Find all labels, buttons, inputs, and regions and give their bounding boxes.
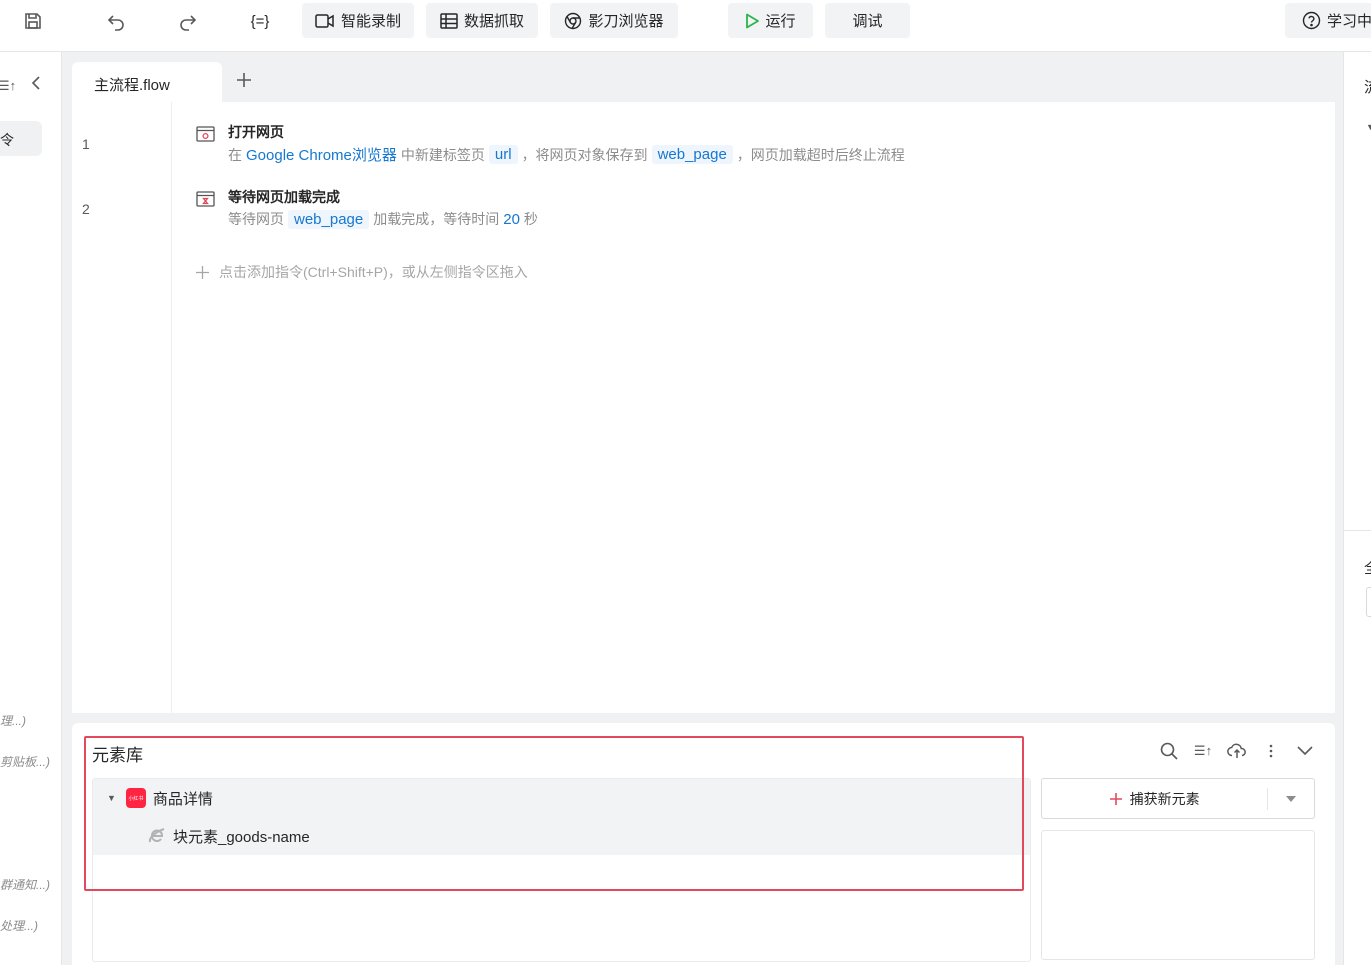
left-hint-2: 剪贴板...) bbox=[0, 755, 50, 769]
tab-main-flow-label: 主流程.flow bbox=[94, 77, 170, 94]
flow-editor: 1 2 打开网页 在 Google Chrome浏览器 中新建标签页 url ，… bbox=[72, 102, 1335, 713]
ie-browser-icon bbox=[147, 827, 166, 846]
command-panel-collapsed: ☰↑ 令 理...) 剪贴板...) 群通知...) 处理...) bbox=[0, 52, 62, 965]
step-open-webpage[interactable]: 打开网页 在 Google Chrome浏览器 中新建标签页 url ，将网页对… bbox=[196, 122, 1196, 166]
capture-element-label: 捕获新元素 bbox=[1129, 790, 1200, 807]
step-title: 等待网页加载完成 bbox=[228, 189, 340, 205]
undo-icon[interactable] bbox=[101, 8, 131, 34]
shadowbot-browser-button[interactable]: 影刀浏览器 bbox=[550, 3, 678, 38]
collapse-left-icon[interactable] bbox=[30, 76, 42, 93]
browser-name: Google Chrome浏览器 bbox=[246, 147, 397, 164]
desc-text: 中新建标签页 bbox=[400, 146, 485, 163]
xiaohongshu-logo-icon: 小红书 bbox=[125, 788, 146, 808]
element-preview-area bbox=[1041, 830, 1315, 960]
right-panel-section: 全 bbox=[1364, 557, 1371, 578]
element-library-actions: ☰↑ bbox=[1158, 740, 1316, 762]
smart-record-label: 智能录制 bbox=[340, 13, 401, 30]
tree-group-label: 商品详情 bbox=[152, 790, 213, 808]
wait-seconds: 20 bbox=[503, 210, 520, 228]
data-scrape-label: 数据抓取 bbox=[463, 13, 524, 30]
capture-options-dropdown[interactable] bbox=[1268, 795, 1314, 802]
desc-text: 等待网页 bbox=[228, 211, 284, 227]
step-title: 打开网页 bbox=[228, 124, 284, 140]
left-hint-4: 处理...) bbox=[0, 919, 38, 933]
data-scrape-button[interactable]: 数据抓取 bbox=[426, 3, 538, 38]
command-tab[interactable]: 令 bbox=[0, 121, 42, 156]
add-tab-icon[interactable] bbox=[232, 68, 256, 92]
capture-element-button[interactable]: 捕获新元素 bbox=[1041, 778, 1315, 819]
browser-wait-icon bbox=[196, 191, 215, 207]
add-command-hint-text: 点击添加指令(Ctrl+Shift+P)，或从左侧指令区拖入 bbox=[219, 264, 528, 280]
command-tab-label: 令 bbox=[0, 132, 14, 148]
tree-group-item[interactable]: ▼ 小红书 商品详情 bbox=[93, 779, 1030, 817]
element-library-title: 元素库 bbox=[92, 746, 143, 765]
step-description: 等待网页 web_page 加载完成，等待时间 20 秒 bbox=[228, 209, 538, 229]
plus-icon bbox=[1109, 792, 1122, 805]
right-panel-collapsed: 流 ▼ 全 bbox=[1343, 52, 1371, 965]
tab-main-flow[interactable]: 主流程.flow bbox=[72, 62, 222, 103]
video-camera-icon bbox=[315, 13, 334, 28]
learning-center-label: 学习中 bbox=[1327, 13, 1371, 30]
editor-tab-bar: 主流程.flow bbox=[72, 62, 1335, 103]
step-description: 在 Google Chrome浏览器 中新建标签页 url ，将网页对象保存到 … bbox=[228, 144, 905, 165]
caret-down-icon[interactable]: ▼ bbox=[107, 793, 116, 803]
caret-down-icon[interactable]: ▼ bbox=[1366, 122, 1371, 132]
browser-open-icon bbox=[196, 126, 215, 142]
desc-text: 秒 bbox=[523, 211, 538, 227]
variable-web-page[interactable]: web_page bbox=[651, 145, 733, 164]
learning-center-button[interactable]: 学习中 bbox=[1285, 3, 1371, 38]
smart-record-button[interactable]: 智能录制 bbox=[302, 3, 414, 38]
element-library-panel: 元素库 ☰↑ ▼ 小红书 商品详情 块元素_goods-name 捕获新元素 bbox=[72, 723, 1335, 965]
cloud-upload-icon[interactable] bbox=[1226, 740, 1248, 762]
left-hint-3: 群通知...) bbox=[0, 878, 50, 892]
line-number: 1 bbox=[82, 136, 90, 152]
variable-braces-icon[interactable]: {=} bbox=[245, 8, 275, 34]
right-panel-title: 流 bbox=[1364, 76, 1371, 97]
search-icon[interactable] bbox=[1158, 740, 1180, 762]
desc-text: 在 bbox=[228, 146, 242, 163]
top-toolbar: {=} 智能录制 数据抓取 影刀浏览器 运行 调试 学习中 bbox=[0, 0, 1371, 52]
redo-icon[interactable] bbox=[173, 8, 203, 34]
desc-text: 加载完成，等待时间 bbox=[373, 211, 500, 227]
run-label: 运行 bbox=[765, 13, 796, 30]
element-tree: ▼ 小红书 商品详情 块元素_goods-name bbox=[92, 778, 1031, 962]
caret-down-icon bbox=[1286, 795, 1297, 802]
variable-url[interactable]: url bbox=[488, 145, 518, 164]
run-button[interactable]: 运行 bbox=[728, 3, 813, 38]
step-wait-webpage[interactable]: 等待网页加载完成 等待网页 web_page 加载完成，等待时间 20 秒 bbox=[196, 187, 1196, 231]
table-icon bbox=[440, 12, 458, 29]
add-command-hint[interactable]: 点击添加指令(Ctrl+Shift+P)，或从左侧指令区拖入 bbox=[196, 262, 528, 282]
plus-icon bbox=[196, 265, 209, 279]
line-gutter: 1 2 bbox=[72, 102, 172, 713]
chrome-icon bbox=[565, 12, 582, 29]
capture-element-main[interactable]: 捕获新元素 bbox=[1042, 789, 1267, 809]
play-icon bbox=[746, 13, 760, 28]
sort-icon[interactable]: ☰↑ bbox=[1192, 740, 1214, 762]
save-icon[interactable] bbox=[18, 8, 48, 34]
tree-element-item[interactable]: 块元素_goods-name bbox=[93, 817, 1030, 855]
chevron-down-icon[interactable] bbox=[1294, 740, 1316, 762]
line-number: 2 bbox=[82, 201, 90, 217]
debug-button[interactable]: 调试 bbox=[825, 3, 910, 38]
more-vertical-icon[interactable] bbox=[1260, 740, 1282, 762]
desc-text: ，网页加载超时后终止流程 bbox=[736, 146, 905, 163]
debug-label: 调试 bbox=[852, 13, 883, 30]
left-hint-1: 理...) bbox=[0, 714, 26, 728]
shadowbot-browser-label: 影刀浏览器 bbox=[588, 13, 664, 30]
desc-text: ，将网页对象保存到 bbox=[521, 146, 648, 163]
help-circle-icon bbox=[1302, 11, 1321, 30]
right-panel-input[interactable] bbox=[1366, 587, 1371, 617]
variable-web-page[interactable]: web_page bbox=[288, 209, 370, 229]
sort-icon[interactable]: ☰↑ bbox=[0, 78, 16, 94]
tree-element-label: 块元素_goods-name bbox=[173, 828, 310, 846]
divider bbox=[1344, 530, 1371, 531]
